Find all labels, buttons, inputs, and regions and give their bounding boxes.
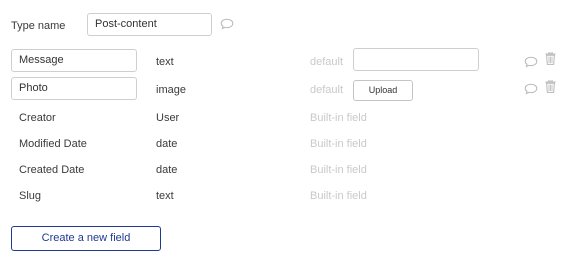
upload-button[interactable]: Upload: [353, 80, 413, 101]
comment-icon[interactable]: [524, 56, 538, 68]
default-label-message: default: [310, 56, 344, 68]
create-new-field-button[interactable]: Create a new field: [11, 226, 161, 251]
builtin-note-creator: Built-in field: [310, 112, 367, 124]
field-name-created-date: Created Date: [19, 164, 85, 176]
builtin-note-created-date: Built-in field: [310, 164, 367, 176]
field-name-input-message[interactable]: Message: [11, 49, 137, 72]
field-type-photo[interactable]: image: [156, 83, 186, 97]
field-name-modified-date: Modified Date: [19, 138, 87, 150]
builtin-note-slug: Built-in field: [310, 190, 367, 202]
field-type-creator: User: [156, 112, 180, 124]
field-type-slug: text: [156, 190, 174, 202]
builtin-note-modified-date: Built-in field: [310, 138, 367, 150]
default-label-photo: default: [310, 84, 344, 96]
trash-icon[interactable]: [545, 80, 556, 93]
comment-icon[interactable]: [524, 83, 538, 95]
type-name-label: Type name: [11, 20, 66, 32]
field-type-message[interactable]: text: [156, 55, 174, 69]
field-type-created-date: date: [156, 164, 178, 176]
trash-icon[interactable]: [545, 52, 556, 65]
type-name-input[interactable]: Post-content: [87, 13, 212, 36]
field-name-slug: Slug: [19, 190, 42, 202]
default-value-input-message[interactable]: [353, 48, 479, 71]
type-comment-icon[interactable]: [220, 18, 234, 30]
field-type-modified-date: date: [156, 138, 178, 150]
field-name-input-photo[interactable]: Photo: [11, 77, 137, 100]
field-name-creator: Creator: [19, 112, 56, 124]
